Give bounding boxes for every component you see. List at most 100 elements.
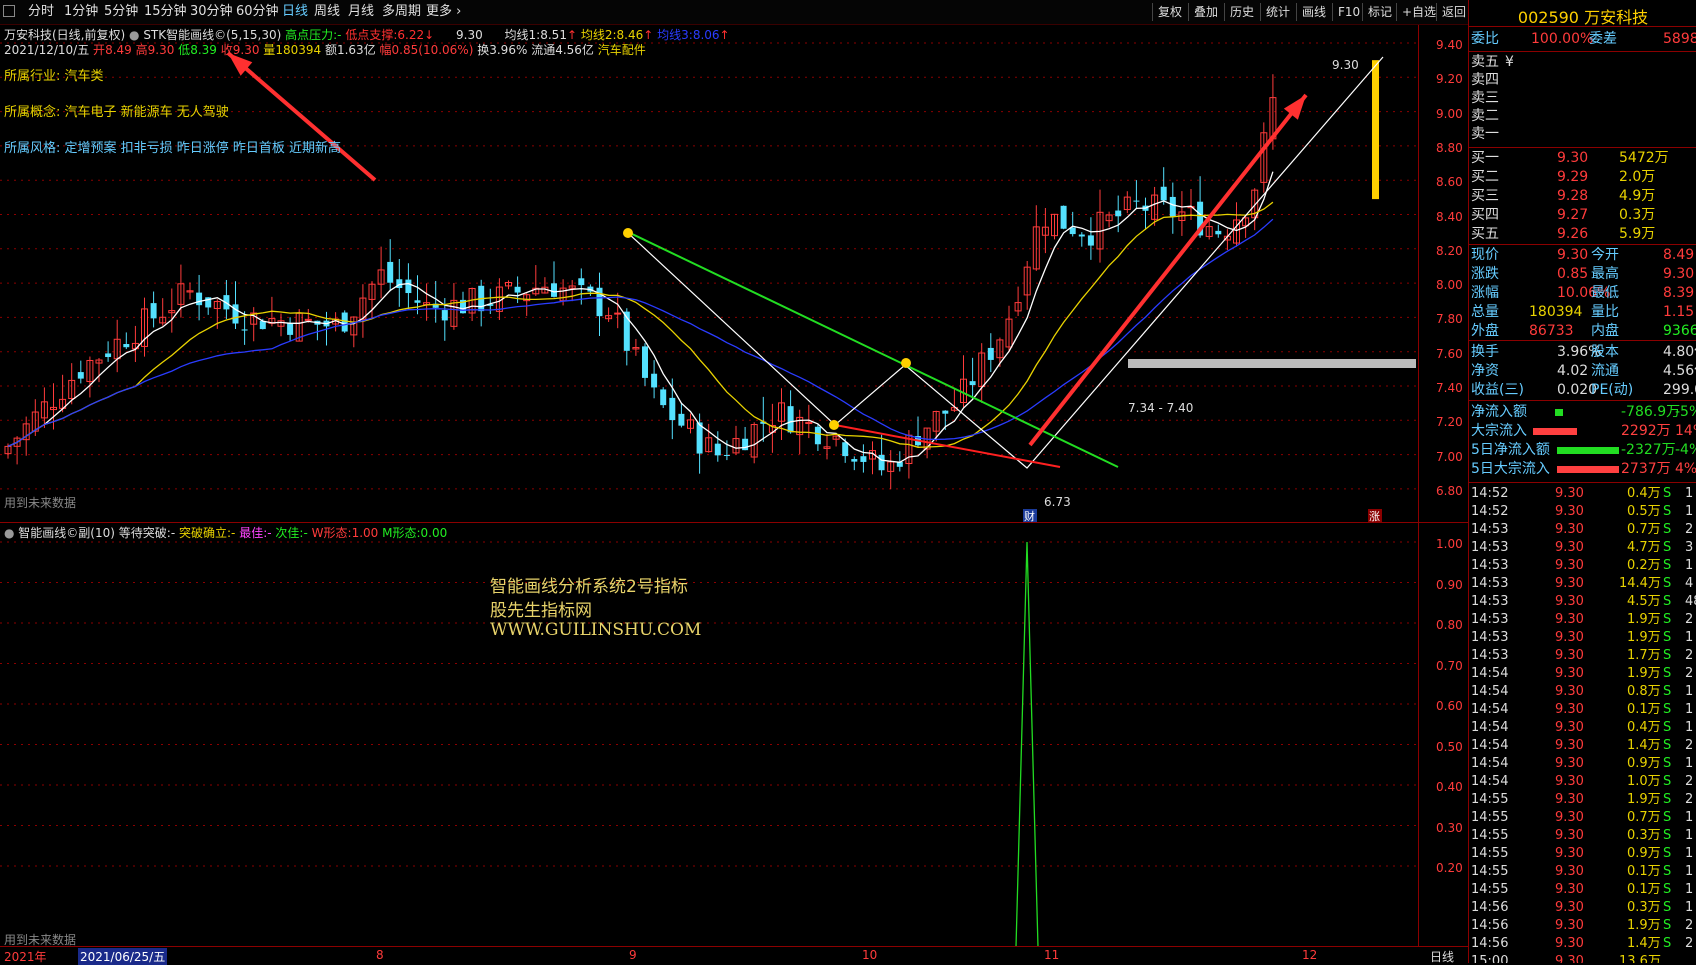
tick-volume: 14.4万: [1619, 576, 1661, 591]
candle: [223, 280, 230, 320]
tick-row: 14:53 9.30 1.9万 S 1: [1469, 629, 1696, 647]
candle: [605, 307, 613, 322]
arrow-up-icon: ↑: [643, 28, 654, 42]
tick-price: 9.30: [1555, 594, 1584, 609]
indicator-subchart[interactable]: [0, 523, 1418, 946]
tick-volume: 0.3万: [1627, 828, 1661, 843]
finance-flag-text: 财: [1024, 509, 1035, 523]
tick-side: S: [1663, 864, 1672, 879]
tick-price: 9.30: [1555, 648, 1584, 663]
button-stats[interactable]: 统计: [1260, 3, 1295, 21]
tab-30min[interactable]: 30分钟: [190, 4, 233, 20]
ask-row: 卖三: [1469, 89, 1696, 107]
button-fuquan[interactable]: 复权: [1152, 3, 1187, 21]
sub-indicator-name[interactable]: 智能画线©副(10): [18, 526, 115, 540]
tick-time: 14:53: [1471, 576, 1509, 591]
tick-time: 14:53: [1471, 630, 1509, 645]
tick-side: S: [1663, 540, 1672, 555]
tab-fenshi[interactable]: 分时: [28, 4, 54, 20]
tick-price: 9.30: [1555, 828, 1584, 843]
x-label-dec: 12: [1302, 948, 1318, 962]
tick-volume: 1.9万: [1627, 918, 1661, 933]
tick-volume: 0.8万: [1627, 684, 1661, 699]
settings-icon[interactable]: ●: [129, 28, 143, 42]
tick-count: 1: [1685, 756, 1694, 771]
tick-row: 14:55 9.30 0.3万 S 1: [1469, 827, 1696, 845]
price-tick-label: 9.20: [1436, 72, 1463, 87]
tab-daily[interactable]: 日线: [282, 4, 308, 20]
tick-row: 14:55 9.30 0.7万 S 1: [1469, 809, 1696, 827]
stat-value: 180394: [1529, 304, 1583, 320]
tick-count: 1: [1685, 630, 1694, 645]
tick-price: 9.30: [1555, 684, 1584, 699]
ma2-value: 8.46: [616, 28, 644, 42]
tick-count: 2: [1685, 666, 1694, 681]
button-f10[interactable]: F10: [1332, 3, 1365, 21]
button-back[interactable]: 返回: [1436, 3, 1471, 21]
tab-5min[interactable]: 5分钟: [104, 4, 138, 20]
indicator-name[interactable]: STK智能画线©(5,15,30): [143, 28, 281, 42]
button-add-watchlist[interactable]: +自选: [1396, 3, 1441, 21]
stat-row: 涨跌 0.85 最高 9.30: [1469, 265, 1696, 283]
tab-multi-period[interactable]: 多周期: [382, 4, 421, 20]
divider: [1469, 482, 1696, 483]
close-value: 9.30: [232, 43, 260, 57]
wb-label: 委比: [1471, 31, 1499, 47]
arrow-up-icon: ↑: [566, 28, 578, 42]
tick-side: S: [1663, 648, 1672, 663]
tick-count: 2: [1685, 522, 1694, 537]
bid-volume: 5.9万: [1619, 226, 1656, 242]
ohlc-line: 2021/12/10/五 开8.49 高9.30 低8.39 收9.30 量18…: [4, 41, 646, 58]
float-value: 4.56亿: [555, 43, 594, 57]
tick-volume: 0.1万: [1627, 882, 1661, 897]
candle: [277, 313, 285, 337]
tick-time: 14:53: [1471, 594, 1509, 609]
tick-time: 14:55: [1471, 846, 1509, 861]
tab-more[interactable]: 更多 ›: [426, 4, 461, 20]
tick-side: S: [1663, 666, 1672, 681]
best-value: -: [267, 526, 272, 540]
tick-volume: 0.3万: [1627, 900, 1661, 915]
support-trend-line: [834, 424, 1061, 468]
tick-row: 14:53 9.30 0.2万 S 1: [1469, 557, 1696, 575]
button-mark[interactable]: 标记: [1362, 3, 1397, 21]
tick-count: 2: [1685, 774, 1694, 789]
wb-value: 100.00%: [1531, 31, 1594, 47]
tick-count: 1: [1685, 702, 1694, 717]
open-value: 8.49: [105, 43, 132, 57]
tab-weekly[interactable]: 周线: [314, 4, 340, 20]
tab-monthly[interactable]: 月线: [348, 4, 374, 20]
flow-row: 5日净流入额 -2327万-4%: [1469, 441, 1696, 459]
candle: [1151, 186, 1159, 226]
tab-15min[interactable]: 15分钟: [144, 4, 187, 20]
candle: [687, 413, 694, 434]
period-indicator[interactable]: 日线: [1430, 948, 1454, 965]
settings-icon[interactable]: ●: [4, 526, 18, 540]
kline-chart[interactable]: 9.306.737.34 - 7.408.34财涨: [0, 25, 1418, 523]
stat-label: 今开: [1591, 247, 1619, 263]
flow-row: 5日大宗流入 2737万 4%: [1469, 460, 1696, 478]
candle: [150, 291, 157, 328]
panel-toggle-icon[interactable]: [3, 5, 15, 17]
tick-volume: 0.4万: [1627, 720, 1661, 735]
button-history[interactable]: 历史: [1224, 3, 1259, 21]
float-label: 流通: [531, 43, 556, 57]
bid-row: 买四 9.27 0.3万: [1469, 206, 1696, 224]
stock-code: 002590: [1517, 8, 1579, 27]
candle: [632, 338, 640, 356]
tick-count: 1: [1685, 720, 1694, 735]
stock-name: 万安科技: [1584, 8, 1649, 27]
button-overlay[interactable]: 叠加: [1188, 3, 1223, 21]
tick-row: 14:56 9.30 1.4万 S 2: [1469, 935, 1696, 953]
tab-60min[interactable]: 60分钟: [236, 4, 279, 20]
order-ratio-row: 委比 100.00% 委差 5898: [1469, 30, 1696, 48]
panel-divider[interactable]: [0, 522, 1478, 523]
best-label: 最佳:: [239, 526, 268, 540]
tick-row: 14:55 9.30 0.1万 S 1: [1469, 863, 1696, 881]
button-draw[interactable]: 画线: [1296, 3, 1331, 21]
tick-row: 14:52 9.30 0.5万 S 1: [1469, 503, 1696, 521]
price-tick-label: 7.00: [1436, 449, 1463, 464]
tab-1min[interactable]: 1分钟: [64, 4, 98, 20]
candle: [423, 283, 431, 321]
ask-label: 卖三: [1471, 90, 1499, 106]
